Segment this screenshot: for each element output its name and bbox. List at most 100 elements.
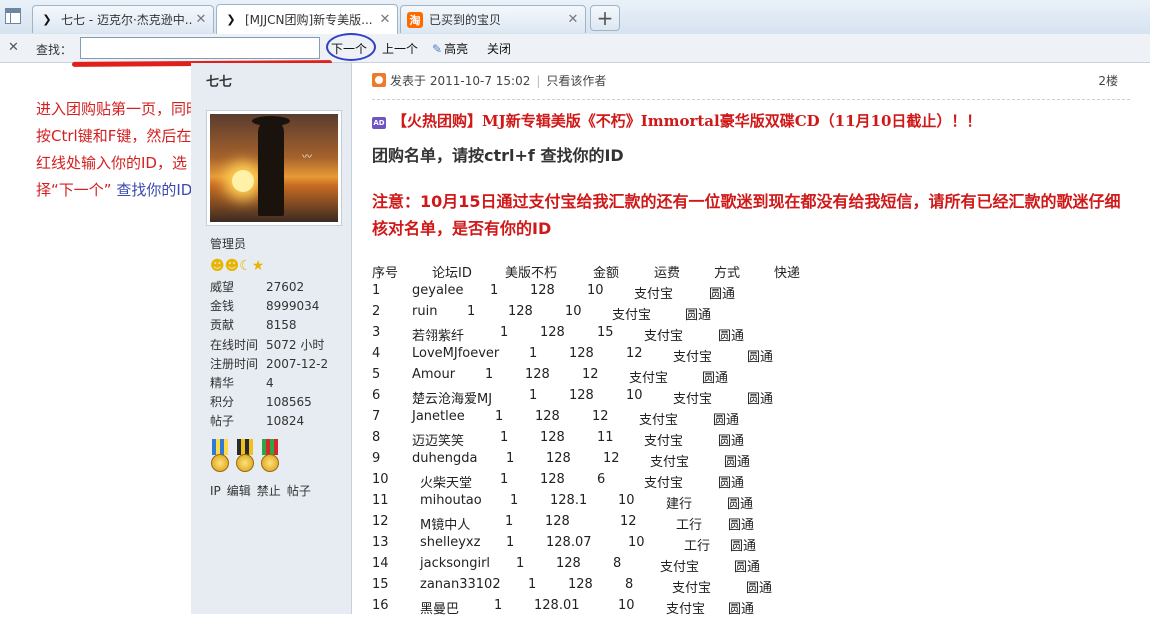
posted-time: 2011-10-7 15:02 [429, 74, 531, 88]
cell-shipping: 6 [597, 472, 606, 487]
cell-payment: 支付宝 [629, 371, 669, 386]
cell-index: 11 [372, 493, 389, 508]
author-name[interactable]: 七七 [206, 71, 232, 90]
divider [372, 99, 1130, 100]
cell-courier: 圆通 [730, 539, 757, 554]
medals [210, 439, 280, 473]
find-prev-button[interactable]: 上一个 [382, 40, 418, 57]
medal-icon [235, 439, 255, 473]
post-icon [372, 73, 386, 87]
cell-amount: 128.1 [550, 493, 588, 508]
post-title-text[interactable]: 【火热团购】MJ新专辑美版《不朽》Immortal豪华版双碟CD（11月10日截… [392, 112, 981, 130]
cell-qty: 1 [529, 346, 538, 361]
cell-amount: 128 [556, 556, 581, 571]
medal-icon [260, 439, 280, 473]
highlight-label: 高亮 [444, 42, 469, 56]
cell-shipping: 12 [620, 514, 637, 529]
cell-payment: 工行 [676, 518, 703, 533]
cell-index: 16 [372, 598, 389, 613]
close-icon[interactable]: ✕ [193, 12, 209, 27]
tab-bar: ❯ 七七 - 迈克尔·杰克逊中... ✕ ❯ [MJJCN团购]新专美版... … [0, 0, 1150, 35]
floor-number[interactable]: 2楼 [1098, 72, 1118, 89]
post-content: 发表于 2011-10-7 15:02 | 只看该作者 2楼 AD 【火热团购】MJ新… [352, 63, 1150, 617]
cell-shipping: 10 [587, 283, 604, 298]
edit-link[interactable]: 编辑 [227, 484, 251, 498]
stat-row: 金钱 8999034 [210, 297, 345, 316]
post-title[interactable]: AD 【火热团购】MJ新专辑美版《不朽》Immortal豪华版双碟CD（11月10… [372, 110, 981, 131]
find-close-button[interactable]: 关闭 [487, 40, 511, 57]
posts-link[interactable]: 帖子 [287, 484, 311, 498]
find-bar: ✕ 查找： 下一个 上一个 ✎ 高亮 关闭 [0, 34, 1150, 63]
cell-qty: 1 [495, 409, 504, 424]
window-menu-icon[interactable] [5, 8, 21, 24]
instruction-blue-text: 查找你的ID [116, 181, 193, 199]
cell-payment: 建行 [666, 497, 693, 512]
author-role: 管理员 [210, 237, 247, 251]
tab-purchased[interactable]: 淘 已买到的宝贝 ✕ [400, 5, 586, 33]
cell-payment: 支付宝 [673, 350, 713, 365]
highlighter-icon: ✎ [432, 42, 443, 56]
cell-forum-id: Amour [412, 367, 456, 382]
cell-forum-id: ruin [412, 304, 438, 319]
cell-amount: 128.07 [546, 535, 592, 550]
tab-title: 七七 - 迈克尔·杰克逊中... [61, 13, 193, 27]
cell-payment: 支付宝 [672, 581, 712, 596]
highlight-button[interactable]: ✎ 高亮 [432, 40, 468, 57]
cell-shipping: 10 [626, 388, 643, 403]
only-author-link[interactable]: 只看该作者 [546, 74, 606, 88]
cell-forum-id: geyalee [412, 283, 464, 298]
rank-stars-icon: ☻☻☾★ [210, 258, 265, 274]
cell-shipping: 15 [597, 325, 614, 340]
cell-forum-id: 楚云沧海爱MJ [412, 392, 493, 407]
cell-index: 3 [372, 325, 381, 340]
cell-amount: 128 [569, 388, 594, 403]
stat-value: 5072 小时 [266, 337, 325, 352]
cell-qty: 1 [510, 493, 519, 508]
cell-forum-id: shelleyxz [420, 535, 481, 550]
avatar[interactable]: 〰 [206, 110, 342, 226]
cell-forum-id: zanan33102 [420, 577, 501, 592]
tab-qiqi[interactable]: ❯ 七七 - 迈克尔·杰克逊中... ✕ [32, 5, 214, 33]
medal-icon [210, 439, 230, 473]
cell-courier: 圆通 [747, 392, 774, 407]
cell-payment: 支付宝 [660, 560, 700, 575]
post-header: 发表于 2011-10-7 15:02 | 只看该作者 2楼 [372, 72, 1130, 92]
cell-qty: 1 [494, 598, 503, 613]
tab-mjjcn-groupbuy[interactable]: ❯ [MJJCN团购]新专美版... ✕ [216, 4, 398, 34]
tab-title: [MJJCN团购]新专美版... [245, 13, 373, 27]
cell-index: 10 [372, 472, 389, 487]
stat-value: 8999034 [266, 299, 320, 314]
cell-amount: 128 [540, 430, 565, 445]
stat-value: 2007-12-2 [266, 356, 329, 371]
new-tab-button[interactable]: + [590, 5, 620, 31]
close-icon[interactable]: ✕ [565, 12, 581, 27]
cell-forum-id: Janetlee [412, 409, 465, 424]
author-actions: IP 编辑 禁止 帖子 [210, 482, 317, 499]
cell-payment: 支付宝 [673, 392, 713, 407]
close-icon[interactable]: ✕ [377, 12, 393, 27]
find-input[interactable] [80, 37, 320, 59]
cell-index: 5 [372, 367, 381, 382]
cell-courier: 圆通 [685, 308, 712, 323]
cell-index: 8 [372, 430, 381, 445]
cell-forum-id: M镜中人 [420, 518, 471, 533]
cell-index: 1 [372, 283, 381, 298]
cell-amount: 128.01 [534, 598, 580, 613]
cell-courier: 圆通 [718, 329, 745, 344]
ip-link[interactable]: IP [210, 484, 221, 498]
stat-value: 108565 [266, 395, 312, 410]
cell-amount: 128 [569, 346, 594, 361]
close-icon[interactable]: ✕ [8, 40, 19, 55]
cell-courier: 圆通 [724, 455, 751, 470]
cell-qty: 1 [490, 283, 499, 298]
cell-shipping: 10 [628, 535, 645, 550]
cell-courier: 圆通 [747, 350, 774, 365]
cell-index: 14 [372, 556, 389, 571]
stat-row: 精华 4 [210, 374, 345, 393]
stat-row: 在线时间 5072 小时 [210, 336, 345, 355]
author-panel: 七七 〰 管理员 ☻☻☾★ 威望 27602 金钱 8999034 贡献 8158 在… [191, 63, 352, 614]
stat-key: 金钱 [210, 299, 235, 314]
ban-link[interactable]: 禁止 [257, 484, 281, 498]
mjcn-icon: ❯ [226, 13, 236, 26]
posted-prefix: 发表于 [390, 74, 427, 88]
